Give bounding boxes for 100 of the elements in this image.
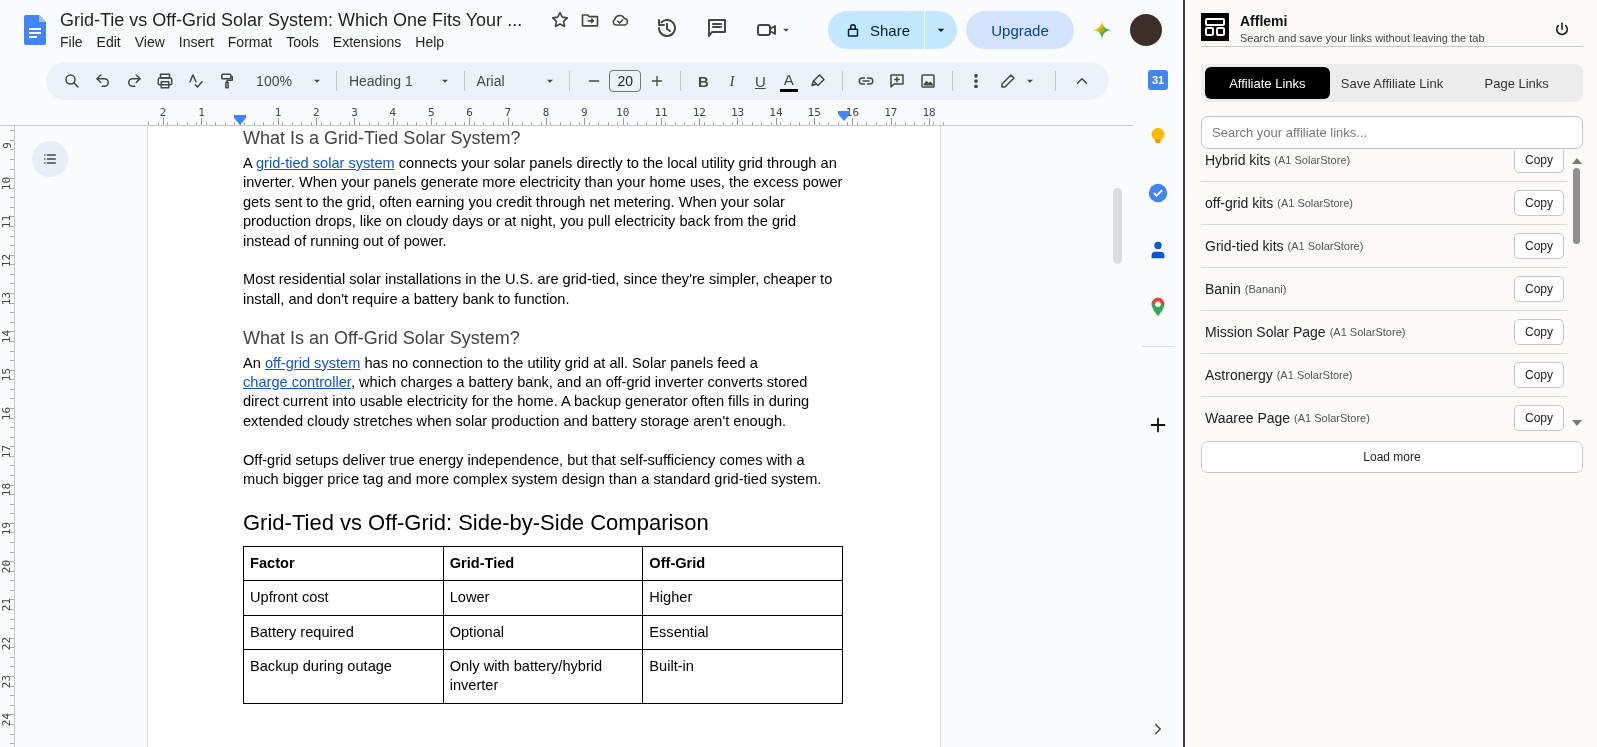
link-name: Astronergy [1205,367,1273,383]
font-size-field[interactable]: 20 [609,70,642,92]
document-title[interactable]: Grid-Tie vs Off-Grid Solar System: Which One Fits Your ... [60,9,523,31]
scroll-up-icon[interactable] [1571,157,1582,164]
spellcheck-icon[interactable] [186,72,205,90]
scroll-down-icon[interactable] [1571,420,1582,427]
ruler-number: 17 [0,444,14,459]
ruler-number: 13 [0,291,14,305]
copy-button[interactable]: Copy [1514,276,1564,302]
format-button[interactable]: I [717,67,747,95]
copy-button[interactable]: Copy [1514,233,1564,259]
paragraph: An off-grid system has no connection to the utility grid at all. Solar panels feed a charge controller, which charges a battery bank, and an off-grid inverter converts stored direct current into usable electricity for the home. A backup generator often fills in during extended cloudy stretches when solar production and battery storage aren't enough. [243,353,811,431]
ruler-number: 12 [692,107,706,121]
ruler-number: 18 [922,107,936,121]
format-button[interactable]: B [689,67,718,95]
menu-item[interactable]: View [128,32,171,51]
section-heading: Grid-Tied vs Off-Grid: Side-by-Side Comparison [243,508,710,537]
copy-button[interactable]: Copy [1514,150,1564,173]
ruler-number: 4 [389,107,397,121]
table-cell: Battery required [243,615,444,650]
table-header-cell: Factor [243,546,444,581]
menu-item[interactable]: Extensions [326,32,408,51]
ruler-number: 21 [0,598,14,612]
tab[interactable]: Affiliate Links [1205,67,1330,99]
menu-item[interactable]: Insert [172,32,220,51]
scrollbar-thumb[interactable] [1573,168,1580,244]
link[interactable]: off-grid system [264,354,361,371]
format-button[interactable]: U [746,67,775,95]
section-heading: What Is a Grid-Tied Solar System? [243,127,522,150]
copy-button[interactable]: Copy [1514,190,1564,216]
ruler-number: 20 [0,559,14,574]
menu-item[interactable]: Tools [280,32,325,51]
menu-item[interactable]: Format [221,32,279,51]
table-header-cell: Off-Grid [642,546,843,581]
menu-item[interactable]: Help [409,32,451,51]
table-cell: Only with battery/hybrid inverter [443,649,643,704]
ruler-number: 18 [0,483,14,497]
print-icon[interactable] [155,72,174,90]
copy-button[interactable]: Copy [1514,319,1564,345]
table-cell: Optional [443,615,643,650]
table-cell: Backup during outage [243,649,444,704]
link-name: off-grid kits [1205,195,1274,211]
link[interactable]: charge controller [243,374,351,391]
tab[interactable]: Page Links [1454,67,1579,99]
outline-button[interactable] [32,141,68,177]
link[interactable]: grid-tied solar system [256,155,395,171]
ruler-number: 2 [159,107,167,121]
table-cell: Lower [443,580,643,616]
calendar-icon[interactable]: 31 [1148,70,1168,90]
store-name: (Banani) [1244,283,1287,295]
ruler-number: 12 [0,253,14,267]
ruler-number: 11 [0,215,14,229]
logo-icon [1201,13,1229,41]
ruler-number: 19 [0,521,14,535]
ruler-number: 2 [313,107,320,121]
ruler-number: 7 [504,107,512,121]
ruler-number: 10 [0,176,14,191]
star-icon[interactable] [550,10,571,30]
undo-icon[interactable] [93,72,112,90]
comment-add-icon[interactable] [888,72,907,90]
ruler-number: 13 [730,107,745,121]
font-dropdown[interactable]: Arial [472,67,562,95]
ruler-number: 23 [0,674,14,688]
search-field[interactable]: Search your affiliate links... [1201,116,1583,149]
store-name: (A1 SolarStore) [1329,326,1406,338]
menu-item[interactable]: File [60,32,89,51]
ruler-number: 16 [0,406,14,420]
table-header-cell: Grid-Tied [443,546,643,581]
link-name: Hybrid kits [1205,152,1271,168]
copy-button[interactable]: Copy [1514,362,1564,388]
ruler-number: 6 [466,107,473,121]
image-icon[interactable] [919,72,938,90]
paragraph: Off-grid setups deliver true energy independence, but that self-sufficiency comes with a much bigger price tag and more complex system design than a standard grid-tied system. [243,450,823,490]
store-name: (A1 SolarStore) [1276,369,1353,381]
panel-subtitle: Search and save your links without leaving the tab [1240,32,1485,44]
scrollbar-thumb[interactable] [1113,188,1122,264]
ruler-number: 1 [274,107,282,121]
style-dropdown[interactable]: Heading 1 [344,67,456,95]
load-more-button[interactable]: Load more [1201,441,1583,473]
link-name: Mission Solar Page [1205,324,1326,340]
format-button[interactable]: A [774,67,803,95]
copy-button[interactable]: Copy [1514,405,1564,431]
section-heading: What Is an Off-Grid Solar System? [243,326,521,350]
tab[interactable]: Save Affiliate Link [1329,67,1455,99]
list-icon [42,151,58,167]
avatar[interactable] [1130,14,1162,46]
search-icon[interactable] [62,72,81,90]
ruler-number: 22 [0,636,14,650]
menu-item[interactable]: Edit [90,32,127,51]
docs-logo-icon[interactable] [24,15,46,45]
table-cell: Built-in [642,649,843,704]
ruler-number: 1 [198,107,205,121]
upgrade-button[interactable]: Upgrade [966,11,1074,49]
pencil-icon[interactable] [998,72,1017,90]
zoom-dropdown[interactable]: 100% [252,67,328,95]
store-name: (A1 SolarStore) [1274,154,1351,166]
ruler-number: 14 [0,330,14,344]
table-cell: Upfront cost [243,580,444,616]
share-button[interactable]: Share [827,11,925,49]
tasks-icon[interactable] [1147,182,1169,204]
